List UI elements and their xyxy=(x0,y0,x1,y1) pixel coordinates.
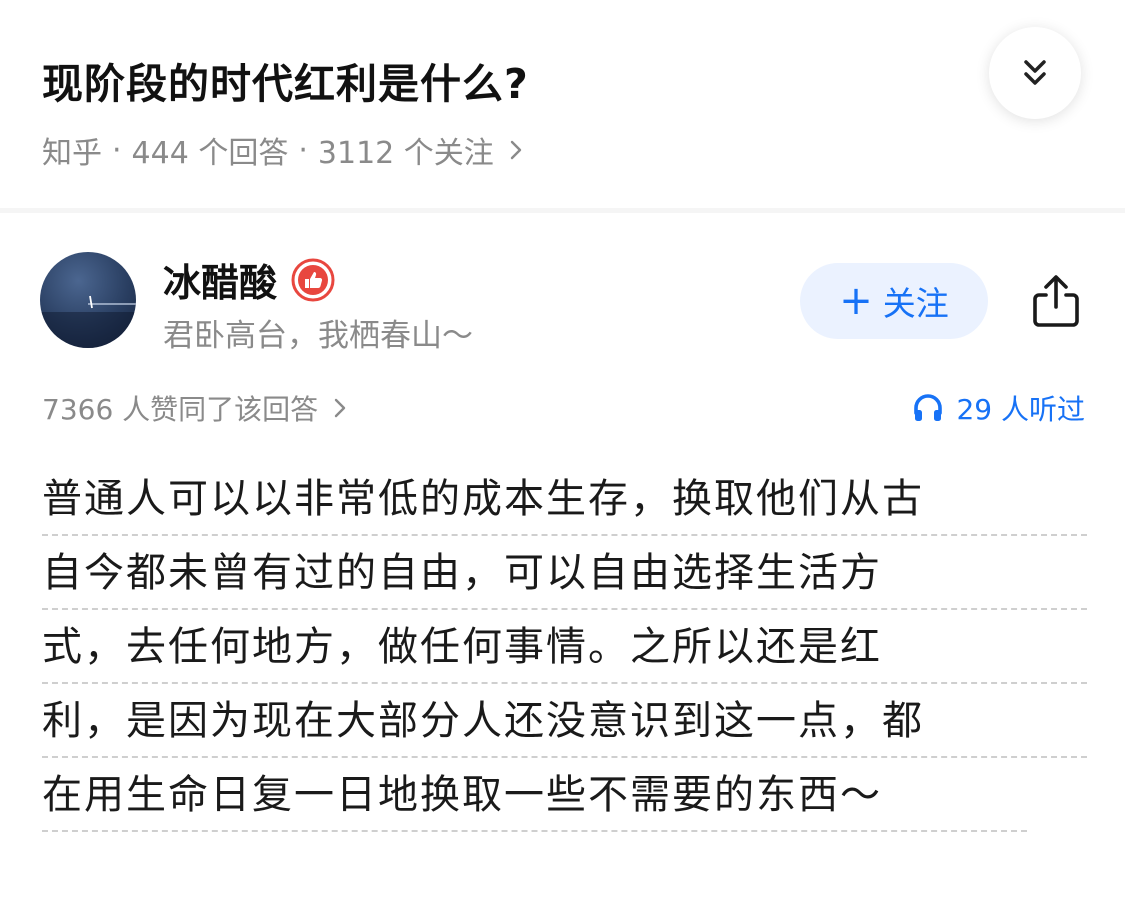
share-icon xyxy=(1033,275,1079,327)
answers-count: 444 个回答 xyxy=(131,136,289,171)
answer-line: 利，是因为现在大部分人还没意识到这一点，都 xyxy=(42,684,1087,758)
question-title: 现阶段的时代红利是什么? xyxy=(42,60,529,108)
section-divider xyxy=(0,208,1125,213)
author-name-text: 冰醋酸 xyxy=(163,261,278,305)
listened-count: 29 人听过 xyxy=(956,393,1085,426)
answer-line: 式，去任何地方，做任何事情。之所以还是红 xyxy=(42,610,1087,684)
author-name[interactable]: 冰醋酸 xyxy=(163,252,335,307)
chevron-right-icon xyxy=(332,397,348,419)
answer-body[interactable]: 普通人可以以非常低的成本生存，换取他们从古 自今都未曾有过的自由，可以自由选择生… xyxy=(42,462,1087,832)
separator-dot: · xyxy=(112,132,122,168)
likes-summary[interactable]: 7366 人赞同了该回答 xyxy=(42,388,348,428)
likes-text: 7366 人赞同了该回答 xyxy=(42,393,319,426)
double-chevron-down-icon xyxy=(1024,60,1046,85)
headphones-icon xyxy=(912,393,944,423)
collapse-button[interactable] xyxy=(989,27,1081,119)
question-meta[interactable]: 知乎 · 444 个回答 · 3112 个关注 xyxy=(42,128,524,172)
listen-button[interactable]: 29 人听过 xyxy=(912,388,1085,428)
follow-label: 关注 xyxy=(882,284,949,323)
plus-icon: + xyxy=(839,278,873,324)
answer-line: 普通人可以以非常低的成本生存，换取他们从古 xyxy=(42,462,1087,536)
chevron-right-icon xyxy=(508,139,524,161)
share-button[interactable] xyxy=(1028,270,1084,332)
follow-button[interactable]: + 关注 xyxy=(800,263,988,339)
followers-count: 3112 个关注 xyxy=(317,136,494,171)
answer-line: 自今都未曾有过的自由，可以自由选择生活方 xyxy=(42,536,1087,610)
answer-line: 在用生命日复一日地换取一些不需要的东西～ xyxy=(42,758,1027,832)
author-avatar[interactable] xyxy=(40,252,136,348)
separator-dot: · xyxy=(298,132,308,168)
source-label: 知乎 xyxy=(42,136,102,171)
thumbs-up-badge-icon xyxy=(291,258,335,302)
author-bio: 君卧高台，我栖春山～ xyxy=(163,318,473,354)
